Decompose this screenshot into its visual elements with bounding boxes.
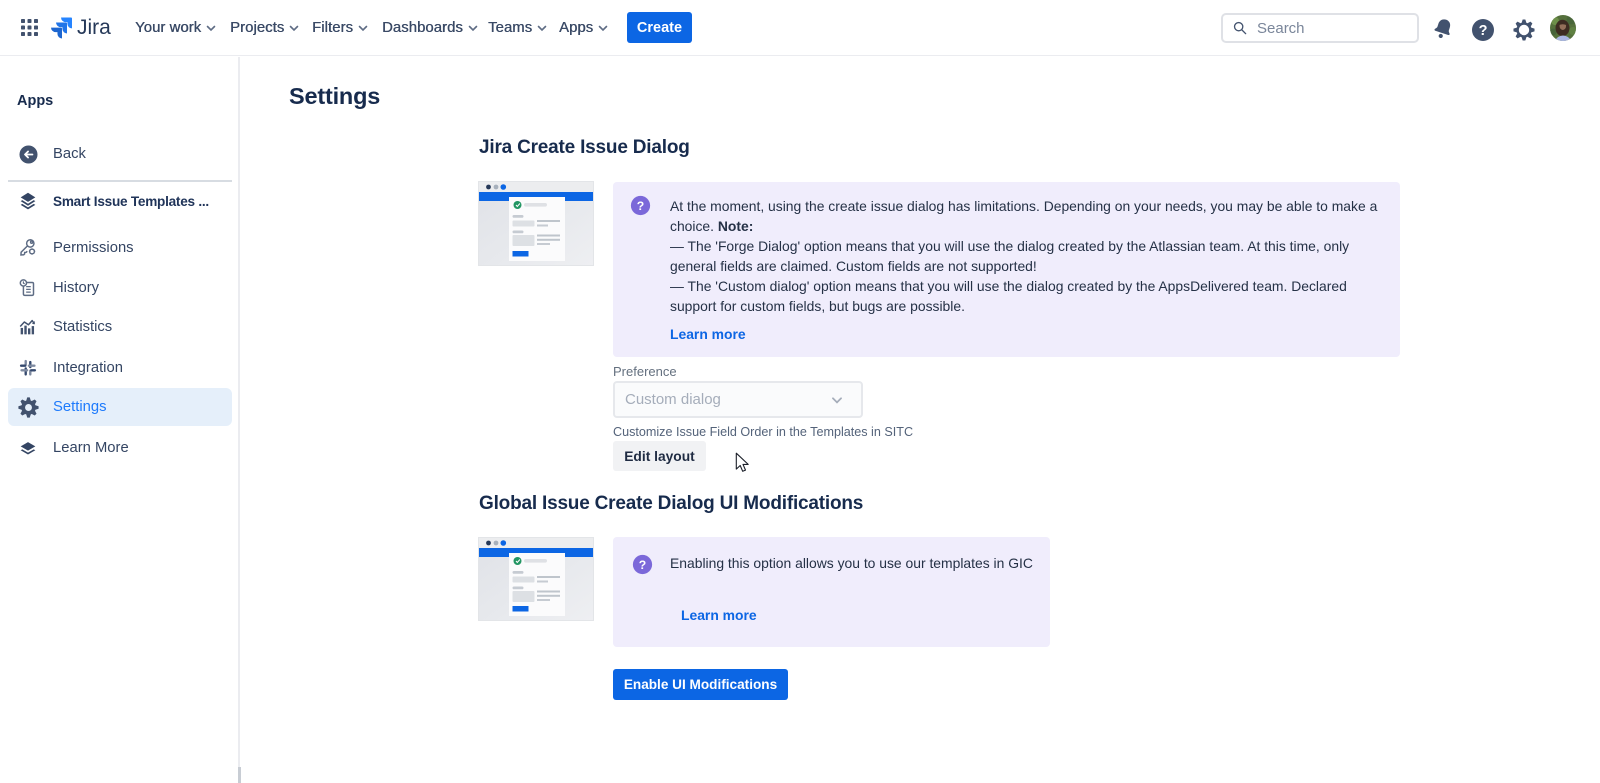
svg-text:?: ?: [637, 199, 644, 213]
svg-text:?: ?: [639, 558, 646, 572]
svg-text:?: ?: [1479, 23, 1488, 39]
